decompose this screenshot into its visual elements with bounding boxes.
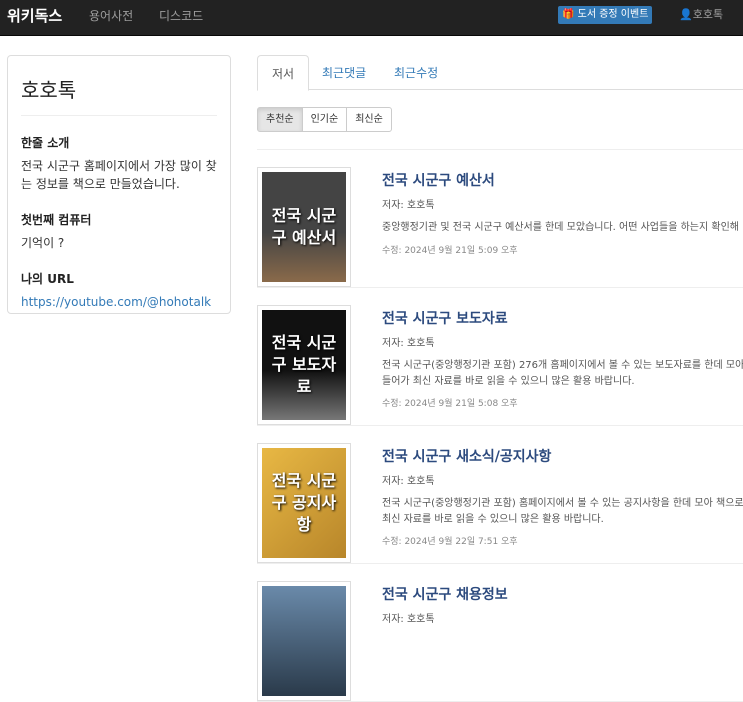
book-title[interactable]: 전국 시군구 채용정보 [382,584,508,604]
user-icon: 👤 [679,8,693,21]
computer-text: 기억이 ? [21,236,65,250]
book-author: 저자: 호호톡 [382,476,435,487]
user-menu[interactable]: 👤호호톡 [679,6,723,22]
book-description: 전국 시군구(중앙행정기관 포함) 276개 홈페이지에서 볼 수 있는 보도자… [382,360,743,387]
url-heading: 나의 URL [21,272,74,286]
book-description: 전국 시군구(중앙행정기관 포함) 홈페이지에서 볼 수 있는 공지사항을 한데… [382,498,743,525]
top-navbar: 위키독스 용어사전 디스코드 🎁 도서 증정 이벤트 👤호호톡 [0,0,743,36]
book-updated: 수정: 2024년 9월 21일 5:08 오후 [382,399,518,409]
book-cover[interactable] [257,581,351,701]
tab-books[interactable]: 저서 [257,55,310,91]
book-title[interactable]: 전국 시군구 새소식/공지사항 [382,446,551,466]
computer-heading: 첫번째 컴퓨터 [21,213,92,227]
sort-popular-button[interactable]: 인기순 [301,107,348,132]
cover-text: 전국 시군구 보도자료 [262,310,346,420]
book-item: 전국 시군구 공지사항 전국 시군구 새소식/공지사항 저자: 호호톡 전국 시… [257,426,743,564]
book-author: 저자: 호호톡 [382,338,435,349]
sort-newest-button[interactable]: 최신순 [346,107,392,132]
book-item: 전국 시군구 보도자료 전국 시군구 보도자료 저자: 호호톡 전국 시군구(중… [257,288,743,426]
profile-panel: 호호톡 한줄 소개 전국 시군구 홈페이지에서 가장 많이 찾는 정보를 책으로… [7,55,231,314]
book-author: 저자: 호호톡 [382,614,435,625]
cover-text: 전국 시군구 공지사항 [262,448,346,558]
book-list: 전국 시군구 예산서 전국 시군구 예산서 저자: 호호톡 중앙행정기관 및 전… [257,149,743,702]
book-item: 전국 시군구 예산서 전국 시군구 예산서 저자: 호호톡 중앙행정기관 및 전… [257,150,743,288]
book-title[interactable]: 전국 시군구 보도자료 [382,308,508,328]
book-item: 전국 시군구 채용정보 저자: 호호톡 [257,564,743,702]
sort-recommended-button[interactable]: 추천순 [257,107,303,132]
intro-text: 전국 시군구 홈페이지에서 가장 많이 찾는 정보를 책으로 만들었습니다. [21,159,217,191]
book-cover[interactable]: 전국 시군구 공지사항 [257,443,351,563]
gift-icon: 🎁 [562,9,575,20]
book-author: 저자: 호호톡 [382,200,435,211]
cover-image [262,586,346,696]
tab-bar: 저서 최근댓글 최근수정 [257,55,743,91]
book-updated: 수정: 2024년 9월 21일 5:09 오후 [382,246,518,256]
event-label: 도서 증정 이벤트 [577,9,649,20]
cover-text: 전국 시군구 예산서 [262,172,346,282]
book-cover[interactable]: 전국 시군구 보도자료 [257,305,351,425]
profile-url-link[interactable]: https://youtube.com/@hohotalk [21,295,211,309]
book-cover[interactable]: 전국 시군구 예산서 [257,167,351,287]
nav-link-discord[interactable]: 디스코드 [159,7,203,24]
user-name: 호호톡 [692,8,724,21]
brand-logo[interactable]: 위키독스 [7,5,62,26]
book-updated: 수정: 2024년 9월 22일 7:51 오후 [382,537,518,547]
tab-recent-comments[interactable]: 최근댓글 [308,55,380,91]
profile-name: 호호톡 [21,74,217,116]
nav-link-glossary[interactable]: 용어사전 [89,7,133,24]
book-title[interactable]: 전국 시군구 예산서 [382,170,495,190]
book-description: 중앙행정기관 및 전국 시군구 예산서를 한데 모았습니다. 어떤 사업들을 하… [382,222,739,233]
book-event-button[interactable]: 🎁 도서 증정 이벤트 [558,6,653,24]
tab-recent-edits[interactable]: 최근수정 [380,55,452,91]
intro-heading: 한줄 소개 [21,136,70,150]
sort-button-group: 추천순 인기순 최신순 [257,107,392,132]
